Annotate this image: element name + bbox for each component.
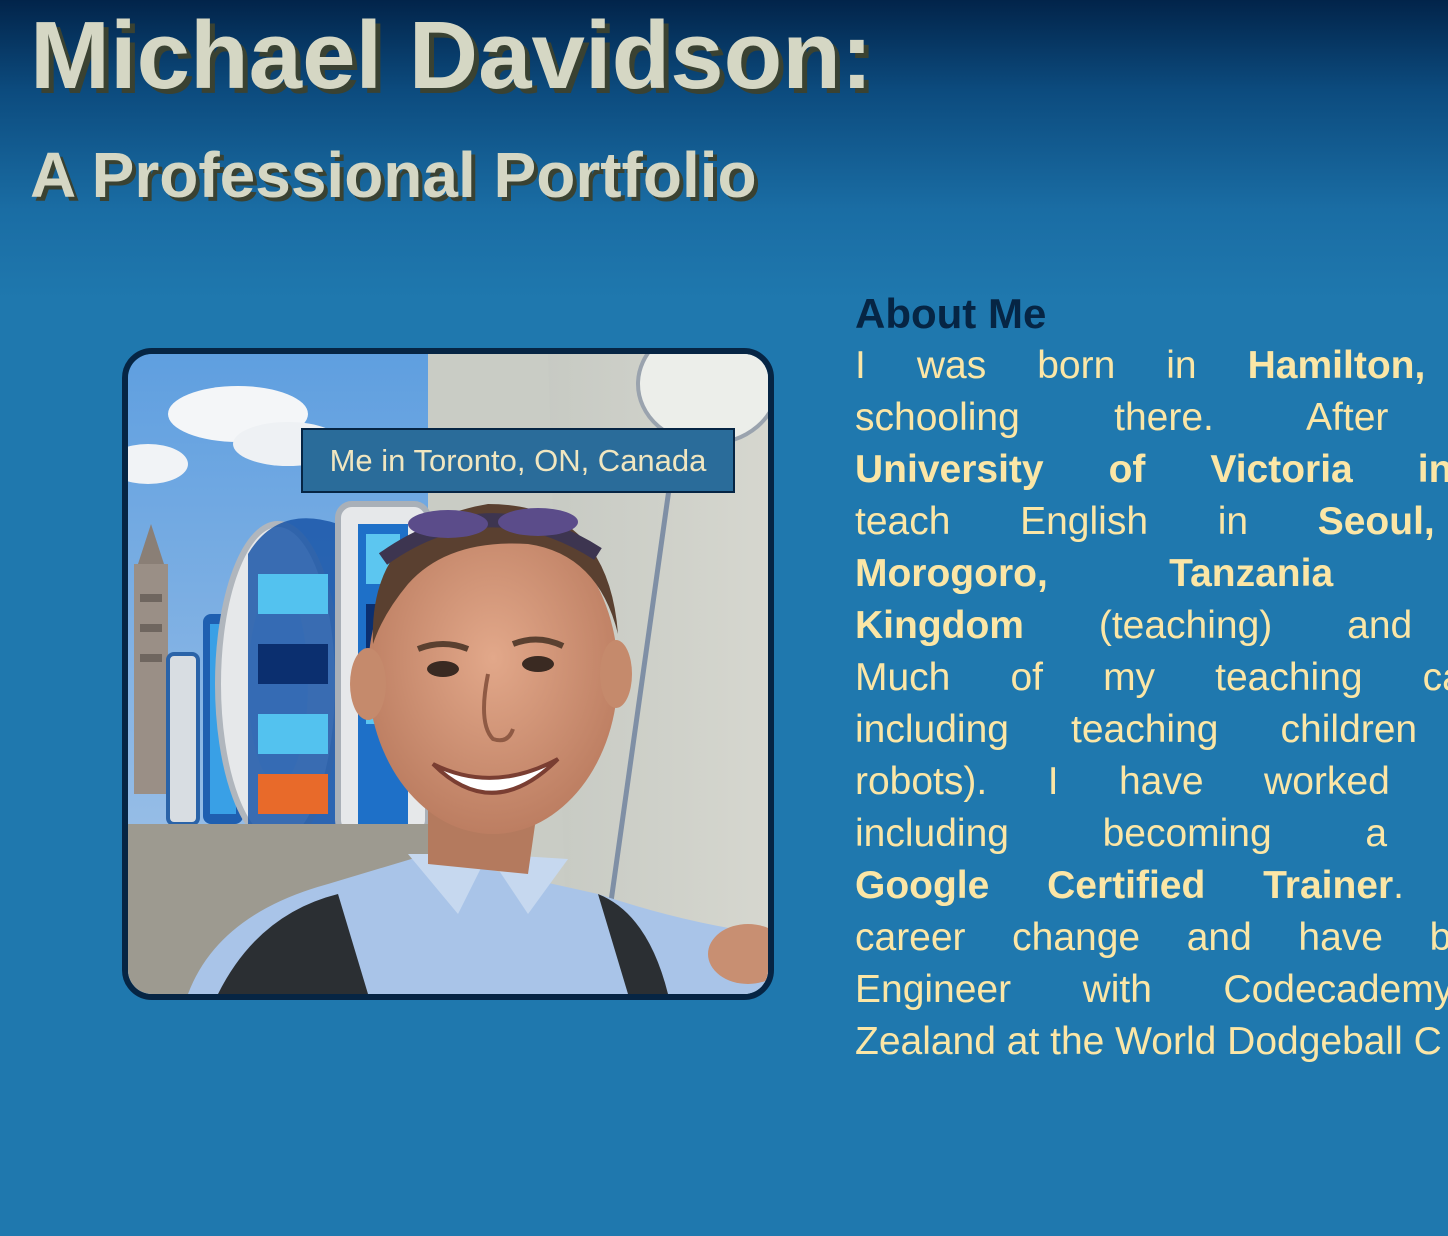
about-text-run: career change and have been stu — [855, 916, 1448, 959]
about-line: including becoming a Google — [855, 808, 1448, 860]
about-line: Google Certified Trainer. I have — [855, 860, 1448, 912]
about-text-run: I was born in — [855, 344, 1248, 387]
about-line: Much of my teaching career h — [855, 652, 1448, 704]
about-highlight: Morogoro, Tanzania — [855, 552, 1334, 595]
site-subtitle: A Professional Portfolio — [30, 139, 757, 211]
about-line: including teaching children to co — [855, 704, 1448, 756]
about-text-run: Engineer with Codecademy. Outs — [855, 968, 1448, 1011]
photo-caption: Me in Toronto, ON, Canada — [301, 428, 735, 493]
about-text-run: including becoming a — [855, 812, 1448, 855]
site-title: Michael Davidson: — [30, 2, 873, 109]
about-line: University of Victoria in 2007, — [855, 444, 1448, 496]
about-text: I was born in Hamilton, Ontarioschooling… — [855, 340, 1448, 1068]
about-line: Morogoro, Tanzania (voluntee — [855, 548, 1448, 600]
about-text-run: schooling there. After graduat — [855, 396, 1448, 439]
about-line: schooling there. After graduat — [855, 392, 1448, 444]
about-text-run: . I have — [1393, 864, 1448, 907]
about-text-run: Much of my teaching career h — [855, 656, 1448, 699]
about-heading: About Me — [855, 290, 1047, 337]
about-highlight: Seoul, Korea — [1317, 500, 1448, 543]
about-text-run: robots). I have worked extensive — [855, 760, 1448, 803]
about-line: teach English in Seoul, Korea — [855, 496, 1448, 548]
about-text-run: Zealand at the World Dodgeball C — [855, 1020, 1442, 1063]
about-highlight: Kingdom — [855, 604, 1024, 647]
about-text-run: (teaching) and — [1023, 604, 1448, 647]
about-line: Zealand at the World Dodgeball C — [855, 1016, 1448, 1068]
about-line: Engineer with Codecademy. Outs — [855, 964, 1448, 1016]
about-text-run: (voluntee — [1333, 552, 1448, 595]
about-highlight: University of Victoria in 2007 — [855, 448, 1448, 491]
about-highlight: Google Certified Trainer — [855, 864, 1394, 907]
about-text-run: teach English in — [855, 500, 1318, 543]
about-line: career change and have been stu — [855, 912, 1448, 964]
about-line: robots). I have worked extensive — [855, 756, 1448, 808]
about-highlight: Hamilton, Ontario — [1247, 344, 1448, 387]
about-line: I was born in Hamilton, Ontario — [855, 340, 1448, 392]
about-text-run: including teaching children to co — [855, 708, 1448, 751]
about-line: Kingdom (teaching) and Auckla — [855, 600, 1448, 652]
